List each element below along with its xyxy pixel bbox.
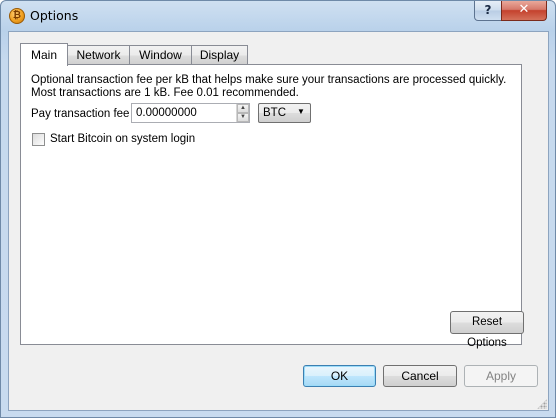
cancel-button[interactable]: Cancel (383, 365, 457, 387)
main-tab-panel: Optional transaction fee per kB that hel… (20, 64, 524, 349)
tab-main[interactable]: Main (20, 43, 68, 66)
startup-label[interactable]: Start Bitcoin on system login (50, 133, 195, 145)
options-dialog: ₿ Options ? ✕ Main Network Window Displa… (0, 0, 556, 418)
fee-unit-select[interactable]: BTC ▼ (258, 103, 311, 123)
spin-down-icon[interactable]: ▼ (237, 113, 249, 122)
tab-display[interactable]: Display (191, 45, 248, 65)
ok-button[interactable]: OK (303, 365, 376, 387)
fee-input[interactable]: 0.00000000 (136, 107, 197, 119)
fee-spinbox[interactable]: 0.00000000 ▲ ▼ (131, 103, 250, 123)
startup-checkbox[interactable] (32, 133, 45, 146)
chevron-down-icon: ▼ (297, 107, 305, 116)
spin-arrows: ▲ ▼ (236, 104, 249, 122)
bitcoin-icon: ₿ (9, 8, 25, 24)
fee-label: Pay transaction fee (31, 108, 130, 120)
window-title: Options (30, 8, 79, 23)
fee-unit-value: BTC (263, 107, 286, 119)
title-bar[interactable]: ₿ Options ? ✕ (1, 1, 555, 31)
fee-description: Optional transaction fee per kB that hel… (31, 74, 507, 99)
reset-options-button[interactable]: Reset Options (450, 311, 524, 349)
help-button[interactable]: ? (474, 1, 502, 21)
apply-button[interactable]: Apply (464, 365, 538, 387)
close-icon: ✕ (518, 2, 530, 17)
tab-window[interactable]: Window (129, 45, 192, 65)
spin-up-icon[interactable]: ▲ (237, 104, 249, 113)
close-button[interactable]: ✕ (501, 1, 547, 21)
dialog-body: Main Network Window Display Optional tra… (8, 31, 549, 411)
resize-grip[interactable] (537, 399, 547, 409)
tab-network[interactable]: Network (67, 45, 130, 65)
